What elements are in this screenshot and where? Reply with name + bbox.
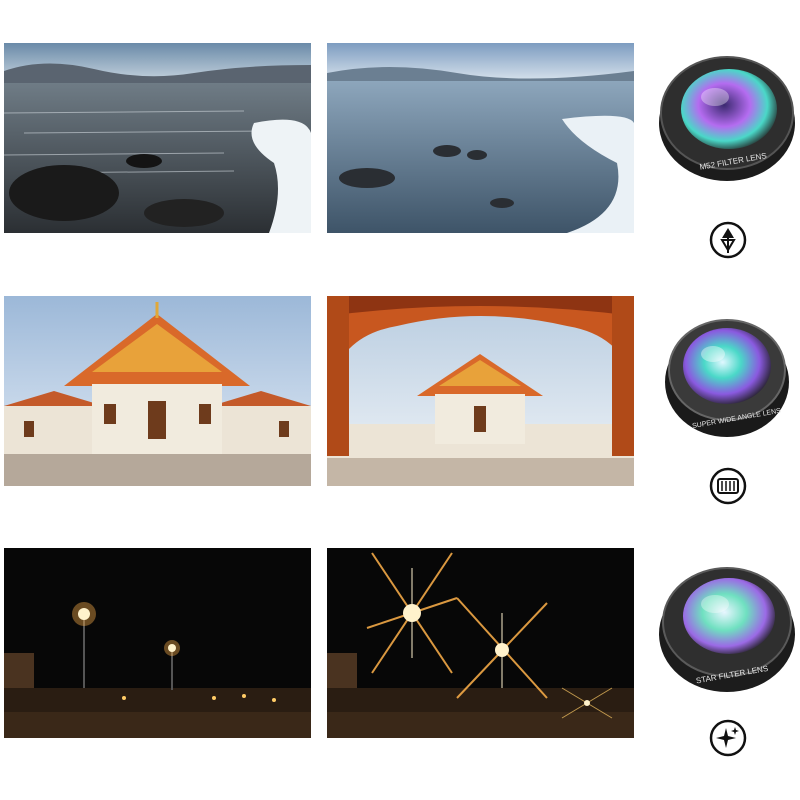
comparison-row-cpl: M52 FILTER LENS xyxy=(0,43,800,259)
star-filter-icon xyxy=(708,718,748,758)
cpl-filter-icon xyxy=(708,220,748,260)
star-filter-lens: STAR FILTER LENS xyxy=(655,554,800,699)
wide-angle-lens: SUPER WIDE ANGLE LENS xyxy=(655,304,800,449)
comparison-row-star: STAR FILTER LENS xyxy=(0,548,800,757)
after-photo-temple-wide-angle xyxy=(327,296,634,486)
before-photo-temple xyxy=(4,296,311,486)
after-photo-sea-shore-long-exposure xyxy=(327,43,634,233)
before-photo-night-street xyxy=(4,548,311,738)
cpl-filter-lens: M52 FILTER LENS xyxy=(655,43,800,188)
before-photo-sea-shore xyxy=(4,43,311,233)
after-photo-night-street-star xyxy=(327,548,634,738)
wide-angle-icon xyxy=(708,466,748,506)
comparison-row-wide-angle: SUPER WIDE ANGLE LENS xyxy=(0,296,800,505)
